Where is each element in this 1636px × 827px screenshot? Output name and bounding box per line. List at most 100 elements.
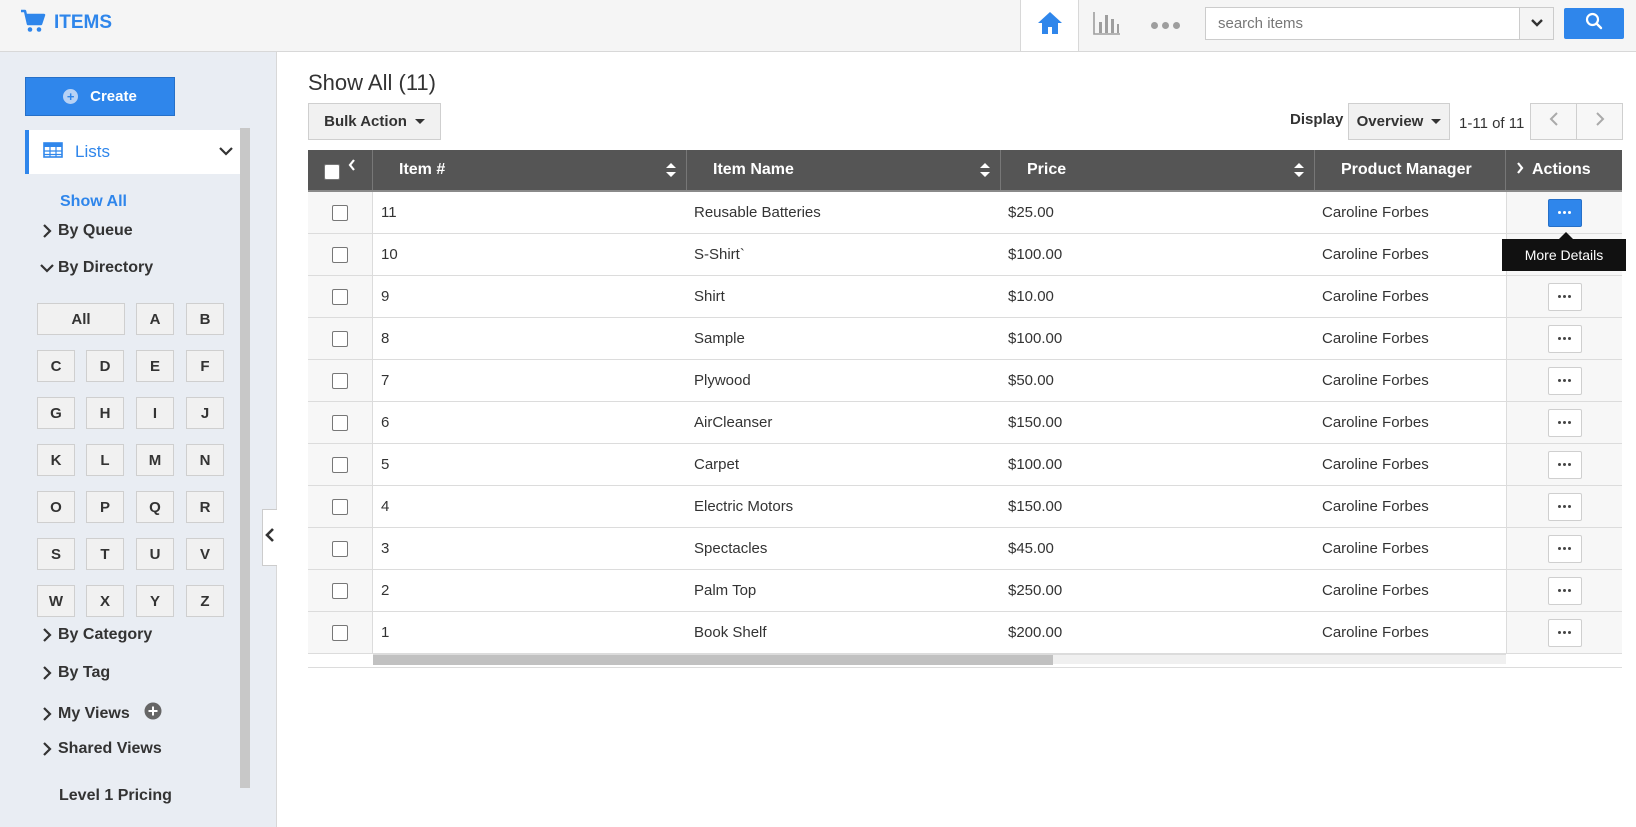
directory-button-u[interactable]: U	[136, 538, 174, 570]
display-mode-dropdown[interactable]: Overview	[1348, 103, 1450, 140]
directory-button-z[interactable]: Z	[186, 585, 224, 617]
column-header-item-number[interactable]: Item #	[373, 150, 687, 190]
table-row[interactable]: 4 Electric Motors $150.00 Caroline Forbes	[308, 486, 1622, 528]
row-checkbox[interactable]	[332, 372, 348, 389]
table-row[interactable]: 9 Shirt $10.00 Caroline Forbes	[308, 276, 1622, 318]
directory-button-w[interactable]: W	[37, 585, 75, 617]
directory-button-q[interactable]: Q	[136, 491, 174, 523]
item-name-cell[interactable]: Book Shelf	[687, 612, 1001, 653]
directory-button-h[interactable]: H	[86, 397, 124, 429]
column-header-item-name[interactable]: Item Name	[687, 150, 1001, 190]
more-nav-button[interactable]	[1135, 0, 1195, 51]
more-details-button[interactable]	[1547, 198, 1582, 227]
item-name-cell[interactable]: Sample	[687, 318, 1001, 359]
search-button[interactable]	[1564, 8, 1624, 39]
row-checkbox[interactable]	[332, 204, 348, 221]
more-details-button[interactable]	[1547, 408, 1582, 437]
sidebar-scrollbar[interactable]	[240, 128, 250, 788]
item-name-cell[interactable]: AirCleanser	[687, 402, 1001, 443]
add-view-icon[interactable]	[144, 702, 162, 725]
directory-button-c[interactable]: C	[37, 350, 75, 382]
item-name-cell[interactable]: Electric Motors	[687, 486, 1001, 527]
table-row[interactable]: 3 Spectacles $45.00 Caroline Forbes	[308, 528, 1622, 570]
item-name-cell[interactable]: S-Shirt`	[687, 234, 1001, 275]
select-all-checkbox[interactable]	[324, 164, 340, 180]
more-details-button[interactable]	[1547, 282, 1582, 311]
table-row[interactable]: 6 AirCleanser $150.00 Caroline Forbes	[308, 402, 1622, 444]
sidebar-item-by-directory[interactable]: By Directory	[40, 259, 153, 277]
directory-button-j[interactable]: J	[186, 397, 224, 429]
sidebar-item-by-queue[interactable]: By Queue	[40, 222, 133, 240]
directory-button-m[interactable]: M	[136, 444, 174, 476]
row-checkbox[interactable]	[332, 288, 348, 305]
row-checkbox[interactable]	[332, 498, 348, 515]
directory-button-s[interactable]: S	[37, 538, 75, 570]
row-checkbox[interactable]	[332, 456, 348, 473]
item-name-cell[interactable]: Carpet	[687, 444, 1001, 485]
search-scope-dropdown[interactable]	[1519, 8, 1553, 39]
next-page-button[interactable]	[1576, 103, 1623, 140]
table-row[interactable]: 1 Book Shelf $200.00 Caroline Forbes	[308, 612, 1622, 654]
column-header-price[interactable]: Price	[1001, 150, 1315, 190]
table-row[interactable]: 7 Plywood $50.00 Caroline Forbes	[308, 360, 1622, 402]
directory-button-y[interactable]: Y	[136, 585, 174, 617]
directory-button-i[interactable]: I	[136, 397, 174, 429]
directory-button-a[interactable]: A	[136, 303, 174, 335]
row-checkbox[interactable]	[332, 414, 348, 431]
horizontal-scrollbar-thumb[interactable]	[373, 655, 1053, 665]
table-row[interactable]: 11 Reusable Batteries $25.00 Caroline Forbe…	[308, 192, 1622, 234]
row-checkbox[interactable]	[332, 246, 348, 263]
directory-button-o[interactable]: O	[37, 491, 75, 523]
create-button[interactable]: + Create	[25, 77, 175, 116]
directory-button-t[interactable]: T	[86, 538, 124, 570]
sidebar-item-show-all[interactable]: Show All	[60, 193, 127, 211]
search-input[interactable]	[1206, 8, 1521, 39]
item-name-cell[interactable]: Shirt	[687, 276, 1001, 317]
item-name-cell[interactable]: Spectacles	[687, 528, 1001, 569]
directory-button-l[interactable]: L	[86, 444, 124, 476]
row-checkbox[interactable]	[332, 330, 348, 347]
table-row[interactable]: 2 Palm Top $250.00 Caroline Forbes	[308, 570, 1622, 612]
table-row[interactable]: 8 Sample $100.00 Caroline Forbes	[308, 318, 1622, 360]
bulk-action-button[interactable]: Bulk Action	[308, 103, 441, 140]
directory-button-x[interactable]: X	[86, 585, 124, 617]
reports-nav-button[interactable]	[1079, 0, 1135, 51]
lists-section-header[interactable]: Lists	[25, 130, 240, 174]
sidebar-item-by-category[interactable]: By Category	[40, 626, 152, 644]
item-name-cell[interactable]: Palm Top	[687, 570, 1001, 611]
more-details-button[interactable]	[1547, 450, 1582, 479]
more-details-button[interactable]	[1547, 618, 1582, 647]
row-checkbox[interactable]	[332, 540, 348, 557]
sidebar-item-shared-views[interactable]: Shared Views	[40, 740, 162, 758]
more-details-button[interactable]	[1547, 534, 1582, 563]
scroll-left-columns-icon[interactable]	[348, 158, 356, 176]
directory-button-k[interactable]: K	[37, 444, 75, 476]
directory-button-f[interactable]: F	[186, 350, 224, 382]
table-row[interactable]: 10 S-Shirt` $100.00 Caroline Forbes	[308, 234, 1622, 276]
directory-button-p[interactable]: P	[86, 491, 124, 523]
directory-button-v[interactable]: V	[186, 538, 224, 570]
directory-button-g[interactable]: G	[37, 397, 75, 429]
row-checkbox[interactable]	[332, 624, 348, 641]
previous-page-button[interactable]	[1530, 103, 1577, 140]
item-name-cell[interactable]: Plywood	[687, 360, 1001, 401]
collapse-sidebar-button[interactable]	[262, 509, 277, 566]
directory-button-r[interactable]: R	[186, 491, 224, 523]
item-name-cell[interactable]: Reusable Batteries	[687, 192, 1001, 233]
sidebar-item-level-1-pricing[interactable]: Level 1 Pricing	[59, 787, 172, 805]
scroll-right-columns-icon[interactable]	[1516, 161, 1524, 179]
directory-button-d[interactable]: D	[86, 350, 124, 382]
sidebar-item-my-views[interactable]: My Views	[40, 702, 162, 725]
directory-button-b[interactable]: B	[186, 303, 224, 335]
directory-button-all[interactable]: All	[37, 303, 125, 335]
sidebar-item-by-tag[interactable]: By Tag	[40, 664, 110, 682]
horizontal-scrollbar[interactable]	[373, 654, 1506, 665]
more-details-button[interactable]	[1547, 324, 1582, 353]
app-brand[interactable]: ITEMS	[20, 8, 112, 38]
row-checkbox[interactable]	[332, 582, 348, 599]
column-header-product-manager[interactable]: Product Manager	[1315, 150, 1506, 190]
more-details-button[interactable]	[1547, 366, 1582, 395]
directory-button-n[interactable]: N	[186, 444, 224, 476]
table-row[interactable]: 5 Carpet $100.00 Caroline Forbes	[308, 444, 1622, 486]
home-nav-button[interactable]	[1020, 0, 1079, 51]
